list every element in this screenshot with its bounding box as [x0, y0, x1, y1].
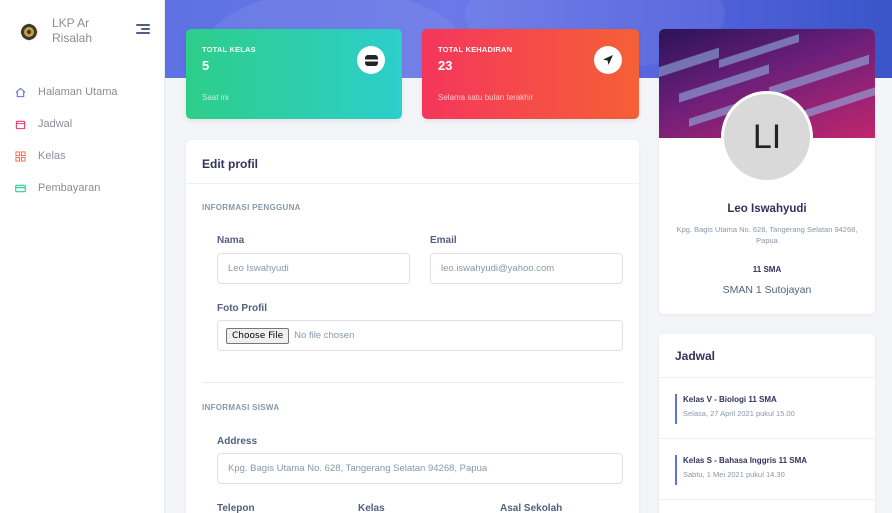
schedule-item-marker: [675, 455, 677, 485]
grid-icon: [14, 150, 26, 162]
sidebar-toggle-icon[interactable]: [136, 24, 150, 38]
address-label: Address: [217, 436, 258, 447]
brand[interactable]: LKP Ar Risalah: [14, 14, 154, 54]
photo-label: Foto Profil: [217, 303, 267, 314]
schedule-item-title: Kelas S - Bahasa Inggris 11 SMA: [683, 456, 808, 465]
edit-profile-card: Edit profil INFORMASI PENGGUNA Nama Leo …: [186, 140, 639, 513]
sidebar-item-jadwal[interactable]: Jadwal: [0, 108, 165, 140]
stat-footnote: Saat ini: [202, 93, 229, 102]
app: LKP Ar Risalah Halaman Utama Jadwal Kela…: [0, 0, 892, 513]
profile-address: Kpg. Bagis Utama No. 628, Tangerang Sela…: [676, 225, 858, 245]
photo-file-input[interactable]: Choose File No file chosen: [217, 320, 623, 351]
profile-school: SMAN 1 Sutojayan: [722, 284, 812, 296]
section-label-user: INFORMASI PENGGUNA: [202, 203, 301, 212]
name-input[interactable]: Leo Iswahyudi: [217, 253, 410, 284]
sidebar-item-label: Pembayaran: [38, 182, 101, 194]
calendar-icon: [14, 118, 26, 130]
location-arrow-icon: [594, 46, 622, 74]
sidebar-item-label: Halaman Utama: [38, 86, 118, 98]
stat-card-total-kelas: TOTAL KELAS 5 Saat ini: [186, 29, 402, 119]
stat-footnote: Selama satu bulan terakhir: [438, 93, 534, 102]
stat-card-total-kehadiran: TOTAL KEHADIRAN 23 Selama satu bulan ter…: [422, 29, 639, 119]
schedule-item-marker: [675, 394, 677, 424]
address-input[interactable]: Kpg. Bagis Utama No. 628, Tangerang Sela…: [217, 453, 623, 484]
edit-profile-title: Edit profil: [186, 140, 639, 184]
sidebar-item-pembayaran[interactable]: Pembayaran: [0, 172, 165, 204]
schedule-item[interactable]: Kelas S - Bahasa Inggris 11 SMA Sabtu, 1…: [659, 439, 875, 500]
school-label: Asal Sekolah: [500, 503, 563, 513]
divider: [202, 382, 623, 383]
schedule-item-time: Selasa, 27 April 2021 pukul 15.00: [683, 409, 795, 418]
class-label: Kelas: [358, 503, 385, 513]
brand-name: LKP Ar Risalah: [52, 16, 93, 45]
avatar[interactable]: LI: [721, 91, 813, 183]
sidebar-item-kelas[interactable]: Kelas: [0, 140, 165, 172]
sidebar-item-label: Jadwal: [38, 118, 73, 130]
schedule-card: Jadwal Kelas V - Biologi 11 SMA Selasa, …: [659, 334, 875, 513]
home-icon: [14, 86, 26, 98]
name-label: Nama: [217, 235, 245, 246]
file-status: No file chosen: [294, 330, 355, 341]
profile-card: LI Leo Iswahyudi Kpg. Bagis Utama No. 62…: [659, 29, 875, 314]
email-input[interactable]: leo.iswahyudi@yahoo.com: [430, 253, 623, 284]
profile-name: Leo Iswahyudi: [727, 203, 807, 215]
sidebar: LKP Ar Risalah Halaman Utama Jadwal Kela…: [0, 0, 165, 513]
schedule-item-time: Sabtu, 1 Mei 2021 pukul 14.30: [683, 470, 785, 479]
wallet-icon: [357, 46, 385, 74]
email-label: Email: [430, 235, 457, 246]
sidebar-nav: Halaman Utama Jadwal Kelas Pembayaran: [0, 76, 165, 204]
logo-icon: [20, 23, 38, 41]
sidebar-item-label: Kelas: [38, 150, 66, 162]
sidebar-item-halaman-utama[interactable]: Halaman Utama: [0, 76, 165, 108]
schedule-item-title: Kelas V - Biologi 11 SMA: [683, 395, 777, 404]
credit-card-icon: [14, 182, 26, 194]
section-label-student: INFORMASI SISWA: [202, 403, 280, 412]
profile-class: 11 SMA: [752, 265, 782, 274]
choose-file-button[interactable]: Choose File: [226, 327, 290, 344]
phone-label: Telepon: [217, 503, 255, 513]
schedule-title: Jadwal: [659, 334, 875, 378]
schedule-item[interactable]: Kelas V - Biologi 11 SMA Selasa, 27 Apri…: [659, 378, 875, 439]
